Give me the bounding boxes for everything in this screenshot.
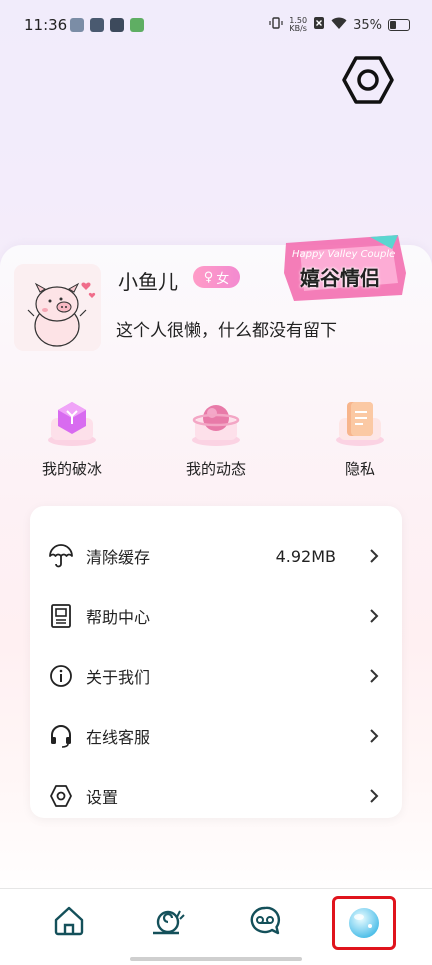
- notification-icons: [70, 18, 144, 32]
- info-icon: [50, 665, 72, 687]
- home-indicator[interactable]: [130, 957, 302, 961]
- ice-breaker-icon: [45, 398, 99, 448]
- nickname: 小鱼儿: [118, 270, 178, 294]
- nav-discover[interactable]: [149, 903, 185, 939]
- network-speed-unit: KB/s: [289, 24, 307, 33]
- status-time: 11:36: [24, 16, 68, 34]
- document-icon: [333, 398, 387, 448]
- chat-icon: [250, 906, 281, 935]
- gender-badge: ♀ 女: [193, 266, 240, 288]
- battery-percent: 35%: [353, 17, 382, 33]
- home-icon: [54, 906, 84, 936]
- menu-label: 清除缓存: [86, 548, 151, 567]
- menu-item-settings[interactable]: 设置: [30, 766, 402, 826]
- chevron-right-icon: [370, 789, 379, 803]
- menu-item-online-service[interactable]: 在线客服: [30, 706, 402, 766]
- mail-icon: [110, 18, 124, 32]
- chevron-right-icon: [370, 729, 379, 743]
- network-speed: 1.50 KB/s: [289, 17, 307, 33]
- pig-avatar-icon: [14, 264, 101, 351]
- female-icon: ♀: [203, 269, 214, 285]
- chevron-right-icon: [370, 669, 379, 683]
- snail-icon: [153, 910, 185, 935]
- planet-icon: [189, 398, 243, 448]
- menu-item-clear-cache[interactable]: 清除缓存 4.92MB: [30, 526, 402, 586]
- quick-action-label: 我的破冰: [41, 460, 102, 478]
- help-doc-icon: [51, 604, 71, 628]
- notification-app-icon: [90, 18, 104, 32]
- menu-label: 在线客服: [86, 728, 151, 747]
- hexagon-gear-icon: [342, 56, 394, 104]
- wifi-icon: [331, 17, 347, 34]
- avatar[interactable]: [14, 264, 101, 351]
- status-right: 1.50 KB/s 35%: [269, 16, 410, 34]
- quick-action-label: 我的动态: [185, 460, 246, 478]
- menu-item-help-center[interactable]: 帮助中心: [30, 586, 402, 646]
- quick-action-label: 隐私: [344, 460, 375, 478]
- cache-size-value: 4.92MB: [275, 546, 336, 566]
- settings-gear-button[interactable]: [340, 54, 396, 106]
- settings-menu: 清除缓存 4.92MB 帮助中心 关于我们 在线客服 设置: [30, 506, 402, 818]
- couple-badge-subtitle: Happy Valley Couple: [292, 249, 396, 260]
- quick-action-moments[interactable]: 我的动态: [166, 398, 266, 479]
- menu-item-about-us[interactable]: 关于我们: [30, 646, 402, 706]
- menu-label: 关于我们: [86, 668, 151, 687]
- menu-label: 帮助中心: [86, 608, 151, 627]
- no-sim-icon: [313, 16, 325, 34]
- hexagon-settings-icon: [50, 785, 72, 807]
- battery-icon: [388, 19, 410, 31]
- nav-home[interactable]: [51, 903, 87, 939]
- nav-messages[interactable]: [247, 903, 283, 939]
- notification-app-icon: [130, 18, 144, 32]
- umbrella-icon: [49, 544, 73, 568]
- quick-action-privacy[interactable]: 隐私: [310, 398, 410, 479]
- gender-label: 女: [216, 271, 230, 287]
- chevron-right-icon: [370, 549, 379, 563]
- notification-app-icon: [70, 18, 84, 32]
- couple-badge-title: 嬉谷情侣: [300, 266, 380, 290]
- bio-text: 这个人很懒，什么都没有留下: [116, 321, 337, 341]
- status-bar: 11:36 1.50 KB/s 35%: [0, 0, 432, 52]
- chevron-right-icon: [370, 609, 379, 623]
- headset-icon: [51, 725, 71, 748]
- quick-action-ice-breaker[interactable]: 我的破冰: [22, 398, 122, 479]
- menu-label: 设置: [86, 788, 119, 807]
- highlight-box: [332, 896, 396, 950]
- vibrate-icon: [269, 16, 283, 34]
